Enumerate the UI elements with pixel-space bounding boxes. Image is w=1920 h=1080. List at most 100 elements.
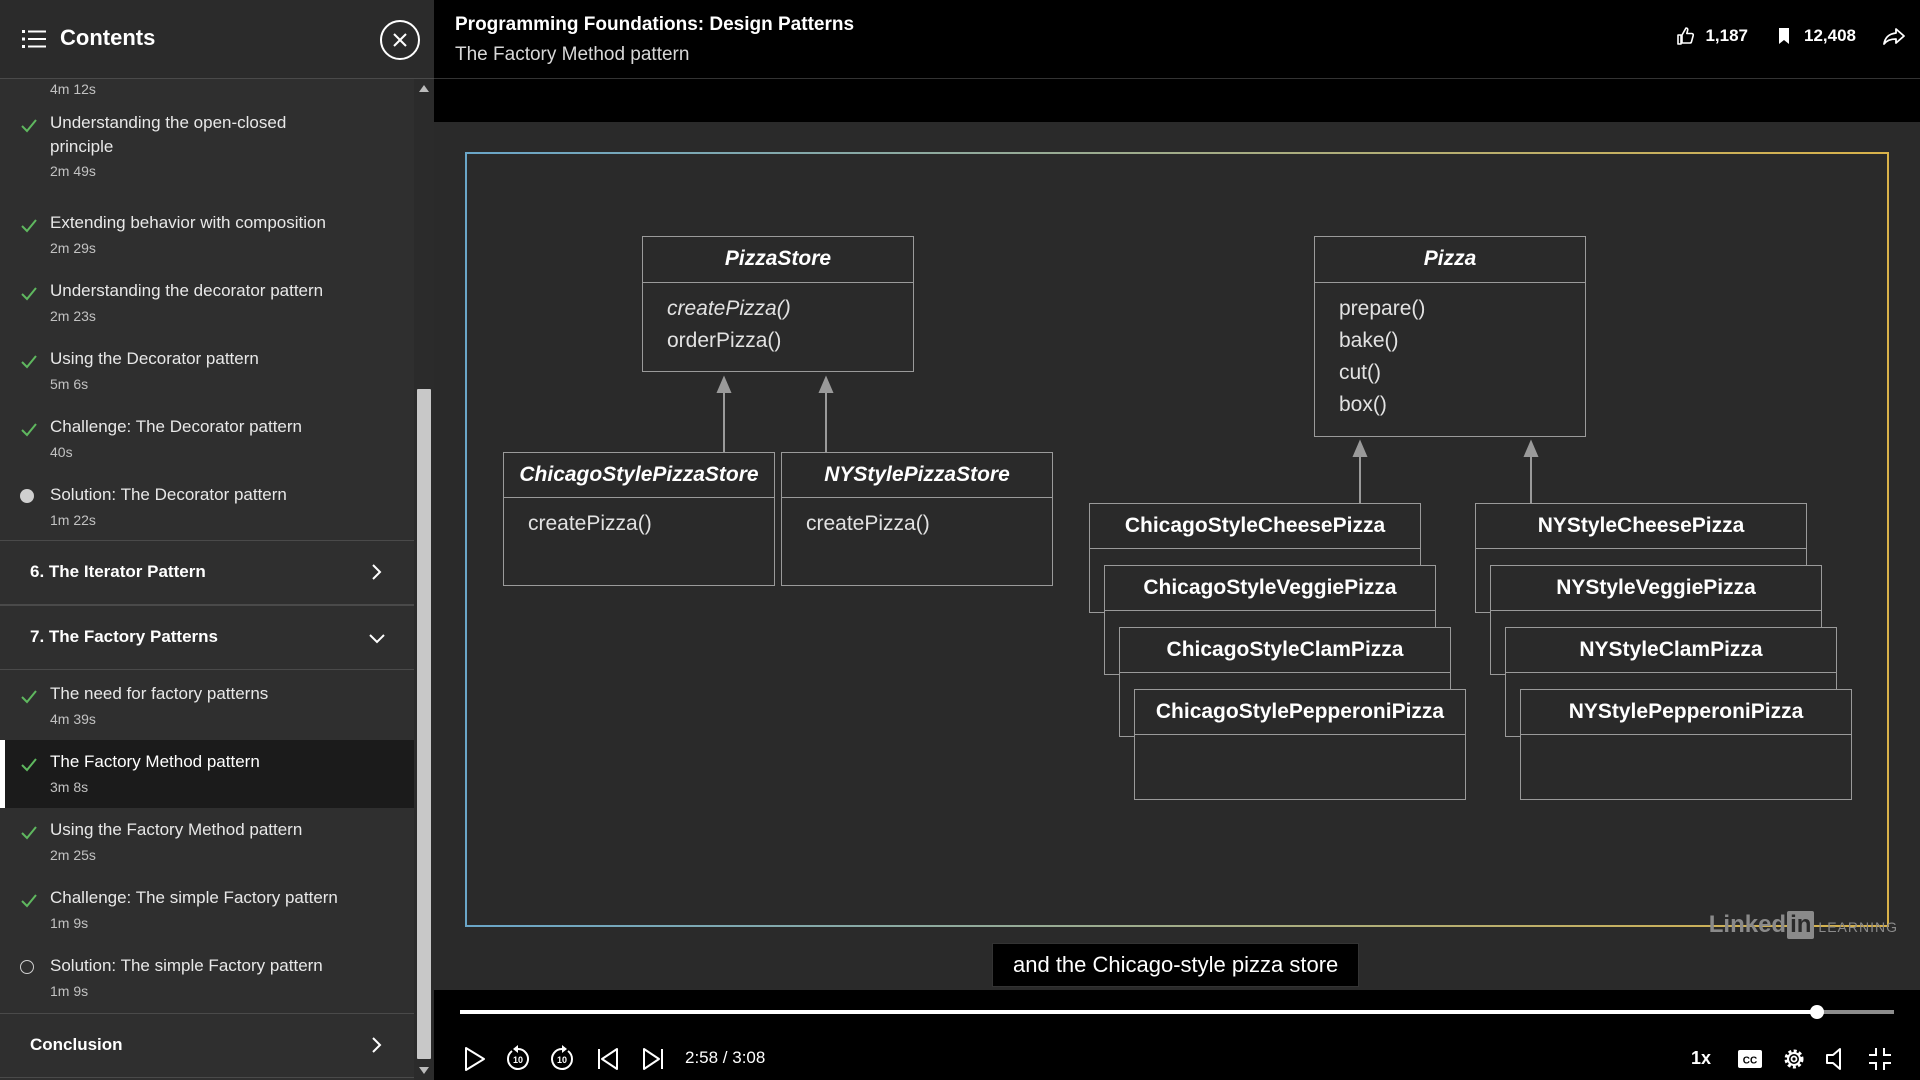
slide: PizzaStore createPizza() orderPizza() Ch… (434, 122, 1920, 1037)
checkmark-icon (21, 219, 37, 233)
method: createPizza() (528, 512, 652, 535)
scrollbar-thumb[interactable] (417, 389, 431, 1059)
progress-fill (460, 1010, 1817, 1014)
lesson-duration: 1m 9s (50, 915, 89, 931)
class-name: NYStyleVeggiePizza (1491, 566, 1821, 611)
video-player[interactable]: PizzaStore createPizza() orderPizza() Ch… (434, 79, 1920, 1080)
uml-class-chicago-store: ChicagoStylePizzaStore createPizza() (503, 452, 775, 586)
video-title: The Factory Method pattern (455, 44, 690, 65)
class-methods: createPizza() (782, 498, 1052, 540)
list-item[interactable]: 4m 12s (0, 79, 414, 101)
lesson-duration: 4m 39s (50, 711, 96, 727)
lesson-item[interactable]: Solution: The Decorator pattern 1m 22s (0, 481, 414, 541)
lesson-duration: 3m 8s (50, 779, 89, 795)
class-name: NYStyleCheesePizza (1476, 504, 1806, 549)
chevron-down-icon (369, 634, 385, 644)
method: prepare() (1339, 297, 1426, 320)
checkmark-icon (21, 355, 37, 369)
lesson-title: Challenge: The Decorator pattern (50, 417, 303, 436)
lesson-item-active[interactable]: The Factory Method pattern 3m 8s (0, 740, 414, 808)
lesson-duration: 2m 23s (50, 308, 96, 324)
like-icon[interactable] (1675, 26, 1695, 46)
checkmark-icon (21, 826, 37, 840)
closed-captions-icon[interactable]: CC (1736, 1045, 1764, 1073)
rewind-10-icon[interactable]: 10 (504, 1045, 532, 1073)
checkmark-icon (21, 287, 37, 301)
class-name: ChicagoStylePepperoniPizza (1135, 690, 1465, 735)
chevron-right-icon (372, 1037, 382, 1053)
class-methods: createPizza() orderPizza() (643, 283, 913, 357)
volume-icon[interactable] (1823, 1045, 1851, 1073)
exit-fullscreen-icon[interactable] (1866, 1045, 1894, 1073)
video-stats: 1,187 12,408 (1675, 26, 1906, 46)
not-started-circle-icon (20, 960, 34, 974)
lesson-duration: 2m 29s (50, 240, 96, 256)
lesson-item[interactable]: Solution: The simple Factory pattern 1m … (0, 944, 414, 1012)
lesson-duration: 1m 9s (50, 983, 89, 999)
checkmark-icon (21, 758, 37, 772)
share-icon[interactable] (1882, 26, 1906, 46)
section-conclusion[interactable]: Conclusion (0, 1013, 414, 1078)
contents-sidebar: Contents 4m 12s Understanding the open-c… (0, 0, 434, 1080)
video-header: Programming Foundations: Design Patterns… (434, 0, 1920, 79)
playback-speed-button[interactable]: 1x (1691, 1048, 1711, 1069)
lesson-item[interactable]: Extending behavior with composition 2m 2… (0, 209, 414, 277)
forward-10-icon[interactable]: 10 (548, 1045, 576, 1073)
inheritance-arrowhead (1523, 439, 1539, 457)
lesson-title: Challenge: The simple Factory pattern (50, 888, 338, 907)
chevron-right-icon (372, 564, 382, 580)
scroll-down-arrow-icon[interactable] (419, 1067, 429, 1074)
section-title: 7. The Factory Patterns (30, 627, 219, 646)
class-name: ChicagoStyleVeggiePizza (1105, 566, 1435, 611)
lesson-item[interactable]: Using the Decorator pattern 5m 6s (0, 345, 414, 413)
lesson-duration: 5m 6s (50, 376, 89, 392)
uml-class-pizza: Pizza prepare() bake() cut() box() (1314, 236, 1586, 437)
lesson-duration: 2m 25s (50, 847, 96, 863)
next-icon[interactable] (639, 1045, 667, 1073)
progress-scrubber[interactable] (1809, 1005, 1824, 1019)
lesson-item[interactable]: Understanding the open-closed principle … (0, 101, 414, 191)
lesson-item[interactable]: Challenge: The simple Factory pattern 1m… (0, 876, 414, 944)
previous-icon[interactable] (594, 1045, 622, 1073)
settings-gear-icon[interactable] (1780, 1045, 1808, 1073)
lesson-title: Extending behavior with composition (50, 213, 326, 232)
lesson-title: Using the Decorator pattern (50, 349, 259, 368)
uml-class-chicago-pepperoni: ChicagoStylePepperoniPizza (1134, 689, 1466, 800)
lesson-item[interactable]: Understanding the decorator pattern 2m 2… (0, 277, 414, 345)
section-title: 6. The Iterator Pattern (30, 562, 206, 581)
lesson-item[interactable]: The need for factory patterns 4m 39s (0, 672, 414, 740)
checkmark-icon (21, 690, 37, 704)
sidebar-scrollbar[interactable] (414, 79, 434, 1080)
lesson-duration: 4m 12s (50, 81, 96, 97)
play-icon[interactable] (460, 1045, 488, 1073)
likes-count: 1,187 (1705, 26, 1748, 45)
section-iterator-pattern[interactable]: 6. The Iterator Pattern (0, 540, 414, 605)
inheritance-arrowhead (716, 375, 732, 393)
class-name: PizzaStore (643, 237, 913, 283)
close-sidebar-button[interactable] (380, 20, 420, 60)
lesson-item[interactable]: Using the Factory Method pattern 2m 25s (0, 808, 414, 876)
class-name: ChicagoStylePizzaStore (504, 453, 774, 498)
saves-count: 12,408 (1804, 26, 1856, 45)
class-name: ChicagoStyleCheesePizza (1090, 504, 1420, 549)
class-methods: prepare() bake() cut() box() (1315, 283, 1585, 421)
player-controls: 10 10 2:58 / 3:08 1x CC (434, 990, 1920, 1080)
uml-class-pizzastore: PizzaStore createPizza() orderPizza() (642, 236, 914, 372)
lesson-title: Solution: The simple Factory pattern (50, 956, 323, 975)
method: createPizza() (667, 297, 791, 320)
progress-bar[interactable] (460, 1005, 1894, 1019)
lesson-duration: 2m 49s (50, 163, 96, 179)
method: bake() (1339, 329, 1399, 352)
logo-badge: in (1787, 911, 1815, 939)
bookmark-icon[interactable] (1774, 26, 1794, 46)
section-factory-patterns[interactable]: 7. The Factory Patterns (0, 605, 414, 670)
svg-text:10: 10 (557, 1055, 567, 1065)
lesson-item[interactable]: Challenge: The Decorator pattern 40s (0, 413, 414, 481)
lesson-duration: 1m 22s (50, 512, 96, 528)
lesson-title: Understanding the open-closed principle (50, 113, 287, 156)
uml-class-ny-pepperoni: NYStylePepperoniPizza (1520, 689, 1852, 800)
scroll-up-arrow-icon[interactable] (419, 85, 429, 92)
logo-text: Linked (1708, 911, 1787, 938)
course-title[interactable]: Programming Foundations: Design Patterns (455, 14, 854, 36)
contents-list: 4m 12s Understanding the open-closed pri… (0, 79, 414, 1080)
